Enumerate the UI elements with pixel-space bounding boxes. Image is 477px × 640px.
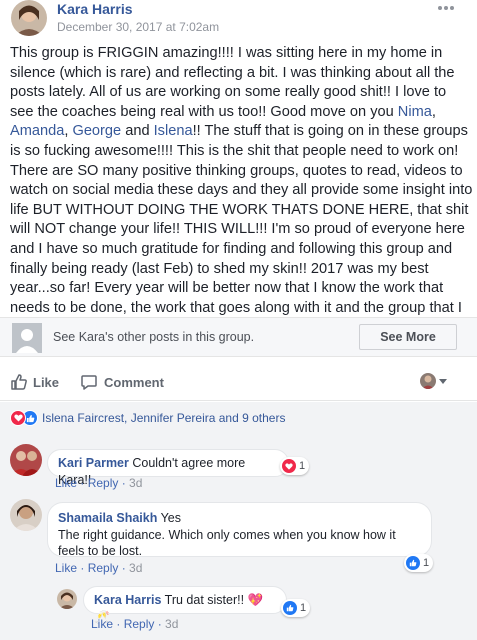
other-posts-box: See Kara's other posts in this group. Se… <box>0 317 477 357</box>
placeholder-avatar <box>12 323 42 353</box>
more-dots-icon[interactable] <box>436 2 458 14</box>
mention-nima[interactable]: Nima <box>398 104 432 120</box>
comment-bubble: Kari Parmer Couldn't agree more Kara!! <box>47 449 289 487</box>
thumbs-up-icon <box>11 374 27 390</box>
comment-time[interactable]: 3d <box>165 617 178 631</box>
comment-text: feels to be lost. <box>58 544 143 558</box>
reaction-count: 1 <box>299 460 306 472</box>
comment-text: Yes <box>160 511 182 525</box>
heart-reaction-icon <box>282 459 296 473</box>
mention-george[interactable]: George <box>72 123 121 139</box>
mention-amanda[interactable]: Amanda <box>10 123 64 139</box>
reaction-count: 1 <box>300 602 307 614</box>
comment-text: The right guidance. Which only comes whe… <box>58 527 396 542</box>
comment-reaction-badge[interactable]: 1 <box>404 554 434 572</box>
heart-reaction-icon <box>10 410 26 426</box>
post-text: This group is FRIGGIN amazing!!!! I was … <box>10 45 455 120</box>
comment-meta: Like · Reply · 3d <box>55 561 143 575</box>
commenter-name[interactable]: Kara Harris <box>94 593 161 607</box>
comment-meta: Like · Reply · 3d <box>91 617 179 631</box>
commenter-avatar[interactable] <box>57 589 77 609</box>
commenter-avatar[interactable] <box>10 444 42 476</box>
comment-reply-link[interactable]: Reply <box>88 476 119 490</box>
comment-time[interactable]: 3d <box>129 476 142 490</box>
comments-area: Islena Faircrest, Jennifer Pereira and 9… <box>0 402 477 640</box>
like-label: Like <box>33 374 60 390</box>
chevron-down-icon <box>439 378 447 384</box>
post-timestamp[interactable]: December 30, 2017 at 7:02am <box>57 20 219 34</box>
author-name[interactable]: Kara Harris <box>57 1 133 17</box>
commenter-name[interactable]: Kari Parmer <box>58 456 129 470</box>
post-text-separator: and <box>121 123 154 140</box>
comment-like-link[interactable]: Like <box>91 617 113 631</box>
commenter-avatar[interactable] <box>10 499 42 531</box>
like-button[interactable]: Like <box>10 371 59 393</box>
comment-item: Kari Parmer Couldn't agree more Kara!! 1… <box>0 402 477 497</box>
comment-reaction-badge[interactable]: 1 <box>281 599 311 617</box>
post-text: !! The stuff that is going on in these g… <box>10 123 473 335</box>
comment-reply-link[interactable]: Reply <box>124 617 155 631</box>
other-posts-label[interactable]: See Kara's other posts in this group. <box>53 330 254 344</box>
like-reaction-icon <box>283 601 297 615</box>
post-text-separator: , <box>431 103 436 120</box>
comment-time[interactable]: 3d <box>129 561 142 575</box>
post-action-bar: Like Comment <box>0 365 477 401</box>
audience-selector[interactable] <box>420 373 447 389</box>
mention-islena[interactable]: Islena <box>154 123 193 139</box>
reaction-count: 1 <box>423 557 430 569</box>
comment-reaction-badge[interactable]: 1 <box>280 457 310 475</box>
comment-like-link[interactable]: Like <box>55 561 77 575</box>
author-avatar[interactable] <box>11 0 47 36</box>
post-body: This group is FRIGGIN amazing!!!! I was … <box>10 44 473 338</box>
comment-meta: Like · Reply · 3d <box>55 476 143 490</box>
reply-item: Kara Harris Tru dat sister!! 💖🥂 1 Like ·… <box>0 580 477 640</box>
comment-reply-link[interactable]: Reply <box>88 561 119 575</box>
comment-bubble: Shamaila Shaikh Yes The right guidance. … <box>47 502 432 558</box>
see-more-button[interactable]: See More <box>359 324 457 350</box>
commenter-name[interactable]: Shamaila Shaikh <box>58 511 157 525</box>
like-reaction-icon <box>406 556 420 570</box>
comment-icon <box>81 375 97 390</box>
post-header: Kara Harris December 30, 2017 at 7:02am <box>0 0 477 42</box>
comment-button[interactable]: Comment <box>80 371 164 393</box>
comment-item: Shamaila Shaikh Yes The right guidance. … <box>0 497 477 577</box>
comment-text: Tru dat sister!! <box>164 593 245 607</box>
comment-like-link[interactable]: Like <box>55 476 77 490</box>
comment-bubble: Kara Harris Tru dat sister!! 💖🥂 <box>83 586 287 624</box>
viewer-avatar <box>420 373 436 389</box>
comment-label: Comment <box>104 374 164 390</box>
